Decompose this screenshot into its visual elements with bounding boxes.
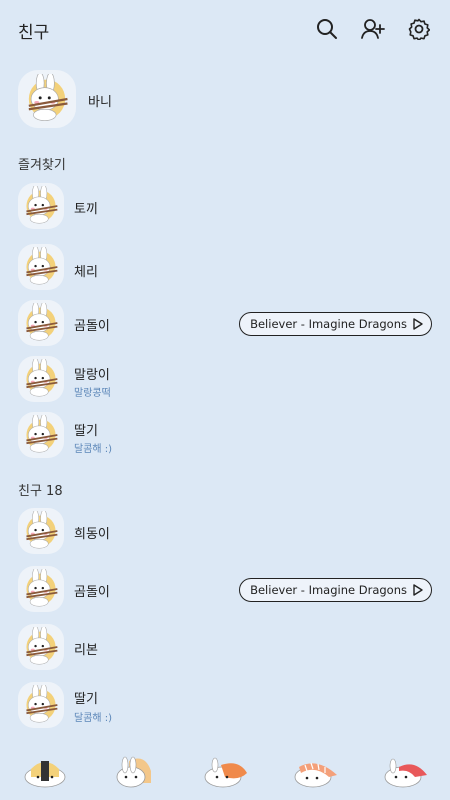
- friend-name: 체리: [74, 265, 98, 280]
- list-item[interactable]: 딸기 달콤해 :): [0, 412, 450, 464]
- add-friend-icon[interactable]: [360, 16, 386, 42]
- friend-name: 딸기: [74, 424, 98, 439]
- list-item[interactable]: 희동이: [0, 508, 450, 560]
- list-item[interactable]: 리본: [0, 624, 450, 676]
- friend-name: 리본: [74, 643, 98, 658]
- list-item[interactable]: 체리: [0, 244, 450, 296]
- list-item[interactable]: 말랑이 말랑콩떡: [0, 356, 450, 408]
- play-icon: [413, 584, 423, 596]
- avatar[interactable]: [18, 244, 64, 290]
- friend-status: 말랑콩떡: [74, 388, 111, 399]
- sushi-bunny-icon: [294, 762, 337, 788]
- sushi-bunny-icon: [116, 756, 151, 788]
- list-item[interactable]: 곰돌이 Believer - Imagine Dragons: [0, 566, 450, 618]
- music-title: Believer - Imagine Dragons: [250, 583, 407, 597]
- avatar[interactable]: [18, 183, 64, 229]
- friend-name: 말랑이: [74, 368, 110, 383]
- friend-status: 달콤해 :): [74, 713, 113, 724]
- sushi-bunny-icon: [384, 758, 427, 788]
- sushi-bunny-icon: [24, 761, 66, 788]
- header: 친구: [0, 0, 450, 60]
- sushi-bunny-icon: [204, 757, 247, 788]
- page-title: 친구: [18, 23, 50, 43]
- list-item[interactable]: 곰돌이 Believer - Imagine Dragons: [0, 300, 450, 352]
- profile-name: 바니: [88, 95, 112, 110]
- list-item[interactable]: 딸기 달콤해 :): [0, 682, 450, 734]
- my-profile[interactable]: 바니: [0, 70, 450, 130]
- friend-name: 토끼: [74, 202, 98, 217]
- avatar[interactable]: [18, 356, 64, 402]
- music-status[interactable]: Believer - Imagine Dragons: [239, 312, 432, 336]
- friend-name: 희동이: [74, 527, 110, 542]
- friend-name: 딸기: [74, 692, 98, 707]
- chats-tab[interactable]: [109, 748, 161, 792]
- search-icon[interactable]: [314, 16, 340, 42]
- avatar[interactable]: [18, 682, 64, 728]
- friends-label: 친구 18: [18, 484, 63, 499]
- avatar[interactable]: [18, 300, 64, 346]
- avatar[interactable]: [18, 624, 64, 670]
- friend-name: 곰돌이: [74, 585, 110, 600]
- music-title: Believer - Imagine Dragons: [250, 317, 407, 331]
- avatar[interactable]: [18, 508, 64, 554]
- avatar[interactable]: [18, 566, 64, 612]
- avatar[interactable]: [18, 412, 64, 458]
- more-tab[interactable]: [379, 748, 431, 792]
- list-item[interactable]: 토끼: [0, 183, 450, 235]
- friend-status: 달콤해 :): [74, 444, 113, 455]
- header-actions: [314, 16, 432, 42]
- avatar[interactable]: [18, 70, 76, 128]
- play-icon: [413, 318, 423, 330]
- shopping-tab[interactable]: [289, 748, 341, 792]
- view-tab[interactable]: [199, 748, 251, 792]
- music-status[interactable]: Believer - Imagine Dragons: [239, 578, 432, 602]
- friend-name: 곰돌이: [74, 319, 110, 334]
- bottom-tab-bar: [0, 740, 450, 800]
- settings-icon[interactable]: [406, 16, 432, 42]
- friends-tab[interactable]: [19, 748, 71, 792]
- favorites-label: 즐겨찾기: [18, 158, 66, 173]
